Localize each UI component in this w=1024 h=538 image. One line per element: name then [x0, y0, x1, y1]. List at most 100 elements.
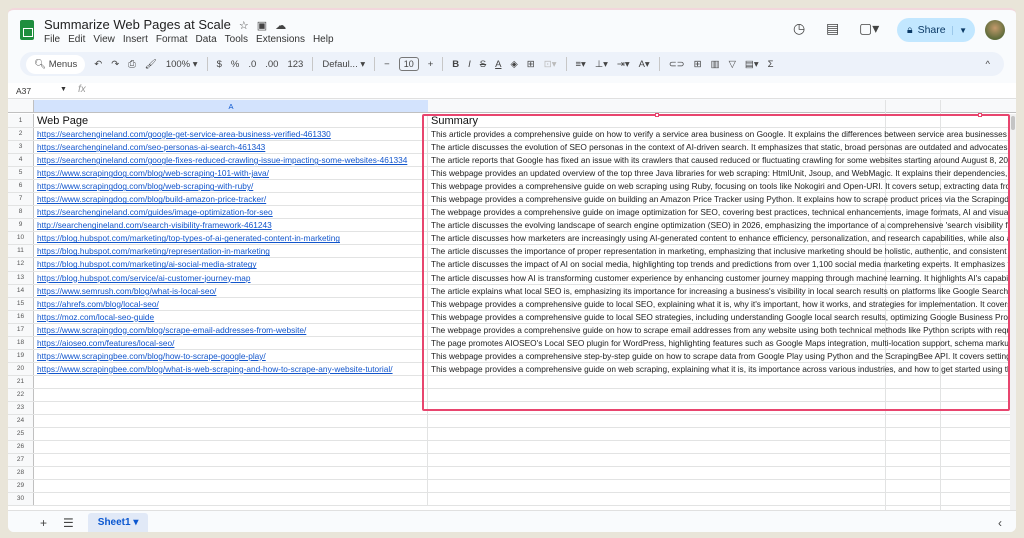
- menu-edit[interactable]: Edit: [68, 34, 85, 45]
- font-size-input[interactable]: 10: [398, 57, 419, 71]
- avatar[interactable]: [985, 20, 1005, 40]
- currency-format-button[interactable]: $: [217, 59, 222, 70]
- filter-icon[interactable]: ▽: [729, 59, 736, 70]
- cell-summary[interactable]: [428, 454, 1010, 466]
- version-history-icon[interactable]: ◷: [793, 20, 805, 37]
- add-sheet-icon[interactable]: +: [40, 516, 47, 530]
- row-header[interactable]: 24: [8, 415, 34, 428]
- cell-web-page[interactable]: https://www.scrapingdog.com/blog/build-a…: [34, 193, 428, 206]
- row-header[interactable]: 15: [8, 297, 34, 310]
- cell-summary[interactable]: The webpage provides a comprehensive gui…: [428, 324, 1010, 336]
- url-link[interactable]: https://www.scrapingdog.com/blog/scrape-…: [37, 325, 306, 335]
- menu-format[interactable]: Format: [156, 34, 188, 45]
- menu-file[interactable]: File: [44, 34, 60, 45]
- text-color-icon[interactable]: A: [495, 59, 501, 70]
- menu-insert[interactable]: Insert: [123, 34, 148, 45]
- cell-web-page[interactable]: https://www.scrapingdog.com/blog/web-scr…: [34, 180, 428, 193]
- cell-summary[interactable]: The article discusses how marketers are …: [428, 232, 1010, 244]
- cell-summary[interactable]: This webpage provides a comprehensive gu…: [428, 193, 1010, 205]
- row-header[interactable]: 11: [8, 245, 34, 258]
- cloud-status-icon[interactable]: ☁: [275, 20, 286, 32]
- select-all-corner[interactable]: [8, 100, 34, 113]
- cell-web-page[interactable]: [34, 480, 428, 493]
- cell-web-page[interactable]: https://blog.hubspot.com/marketing/repre…: [34, 245, 428, 258]
- scrollbar-thumb[interactable]: [1011, 116, 1015, 130]
- zoom-select[interactable]: 100% ▾: [166, 59, 198, 70]
- cell-summary[interactable]: The article discusses the importance of …: [428, 245, 1010, 257]
- cell-web-page[interactable]: https://searchengineland.com/guides/imag…: [34, 206, 428, 219]
- url-link[interactable]: http://searchengineland.com/search-visib…: [37, 220, 272, 230]
- cell-summary[interactable]: The article discusses the evolving lands…: [428, 219, 1010, 231]
- cell-web-page[interactable]: https://searchengineland.com/google-fixe…: [34, 154, 428, 167]
- cell-web-page[interactable]: https://searchengineland.com/seo-persona…: [34, 141, 428, 154]
- cell-summary[interactable]: The page promotes AIOSEO's Local SEO plu…: [428, 337, 1010, 349]
- share-dropdown-icon[interactable]: ▼: [952, 25, 967, 35]
- row-header[interactable]: 30: [8, 493, 34, 506]
- cell-summary[interactable]: [428, 467, 1010, 479]
- cell-summary[interactable]: This webpage provides an updated overvie…: [428, 167, 1010, 179]
- menu-tools[interactable]: Tools: [225, 34, 248, 45]
- cell-web-page[interactable]: https://ahrefs.com/blog/local-seo/: [34, 297, 428, 310]
- cell-summary[interactable]: This webpage provides a comprehensive st…: [428, 350, 1010, 362]
- row-header[interactable]: 25: [8, 428, 34, 441]
- row-header[interactable]: 28: [8, 467, 34, 480]
- sheet-tab-sheet1[interactable]: Sheet1 ▾: [87, 513, 149, 532]
- cell-web-page[interactable]: https://blog.hubspot.com/service/ai-cust…: [34, 271, 428, 284]
- strikethrough-icon[interactable]: S: [480, 59, 486, 70]
- collapse-side-panel-icon[interactable]: ‹: [998, 516, 1002, 530]
- comments-icon[interactable]: ▤: [826, 20, 839, 37]
- all-sheets-icon[interactable]: ☰: [63, 516, 74, 530]
- redo-icon[interactable]: ↷: [111, 59, 119, 70]
- share-button[interactable]: 🔒︎ Share ▼: [897, 18, 975, 42]
- cell-web-page[interactable]: [34, 388, 428, 401]
- functions-icon[interactable]: Σ: [768, 59, 774, 70]
- cell-summary[interactable]: This webpage provides a comprehensive gu…: [428, 180, 1010, 192]
- cell-summary[interactable]: The webpage provides a comprehensive gui…: [428, 206, 1010, 218]
- cell-summary[interactable]: This webpage provides a comprehensive gu…: [428, 363, 1010, 375]
- cell-summary[interactable]: The article discusses the impact of AI o…: [428, 258, 1010, 270]
- cell-web-page[interactable]: https://www.scrapingdog.com/blog/scrape-…: [34, 323, 428, 336]
- cell-summary[interactable]: [428, 480, 1010, 492]
- url-link[interactable]: https://searchengineland.com/google-fixe…: [37, 155, 407, 165]
- cell-web-page[interactable]: https://blog.hubspot.com/marketing/ai-so…: [34, 258, 428, 271]
- row-header[interactable]: 7: [8, 193, 34, 206]
- doc-title-text[interactable]: Summarize Web Pages at Scale: [44, 17, 231, 32]
- url-link[interactable]: https://aioseo.com/features/local-seo/: [37, 338, 174, 348]
- chart-icon[interactable]: ▥: [711, 59, 720, 70]
- url-link[interactable]: https://www.semrush.com/blog/what-is-loc…: [37, 286, 216, 296]
- url-link[interactable]: https://www.scrapingdog.com/blog/web-scr…: [37, 168, 269, 178]
- row-header[interactable]: 26: [8, 441, 34, 454]
- row-header[interactable]: 12: [8, 258, 34, 271]
- cell-web-page[interactable]: [34, 401, 428, 415]
- cell-web-page[interactable]: https://blog.hubspot.com/marketing/top-t…: [34, 232, 428, 245]
- more-formats-button[interactable]: 123: [287, 59, 303, 70]
- cell-summary[interactable]: This article provides a comprehensive gu…: [428, 128, 1010, 140]
- italic-icon[interactable]: I: [468, 59, 471, 70]
- url-link[interactable]: https://blog.hubspot.com/service/ai-cust…: [37, 273, 251, 283]
- row-header[interactable]: 9: [8, 219, 34, 232]
- row-header[interactable]: 29: [8, 480, 34, 493]
- cell-web-page[interactable]: https://www.scrapingbee.com/blog/what-is…: [34, 362, 428, 375]
- decrease-font-icon[interactable]: −: [384, 59, 390, 70]
- url-link[interactable]: https://www.scrapingbee.com/blog/how-to-…: [37, 351, 266, 361]
- spreadsheet-grid[interactable]: A 1 Web Page Summary 2 https://searchenginel…: [8, 100, 1016, 510]
- cell-web-page[interactable]: [34, 375, 428, 388]
- menu-help[interactable]: Help: [313, 34, 334, 45]
- cell-web-page[interactable]: [34, 493, 428, 506]
- url-link[interactable]: https://blog.hubspot.com/marketing/ai-so…: [37, 259, 257, 269]
- cell-web-page[interactable]: https://searchengineland.com/google-get-…: [34, 128, 428, 141]
- name-box[interactable]: A37: [16, 86, 31, 96]
- row-header[interactable]: 13: [8, 271, 34, 284]
- cell-web-page[interactable]: http://searchengineland.com/search-visib…: [34, 219, 428, 232]
- row-header[interactable]: 18: [8, 336, 34, 349]
- cell-summary[interactable]: [428, 389, 1010, 401]
- url-link[interactable]: https://www.scrapingdog.com/blog/web-scr…: [37, 181, 253, 191]
- vertical-scrollbar[interactable]: [1010, 114, 1016, 510]
- cell-web-page[interactable]: [34, 467, 428, 480]
- comment-icon[interactable]: ⊞: [694, 59, 702, 70]
- row-header[interactable]: 27: [8, 454, 34, 467]
- name-box-dropdown-icon[interactable]: ▼: [60, 86, 67, 93]
- row-header[interactable]: 22: [8, 388, 34, 401]
- font-select[interactable]: Defaul... ▾: [322, 59, 365, 70]
- menu-data[interactable]: Data: [196, 34, 217, 45]
